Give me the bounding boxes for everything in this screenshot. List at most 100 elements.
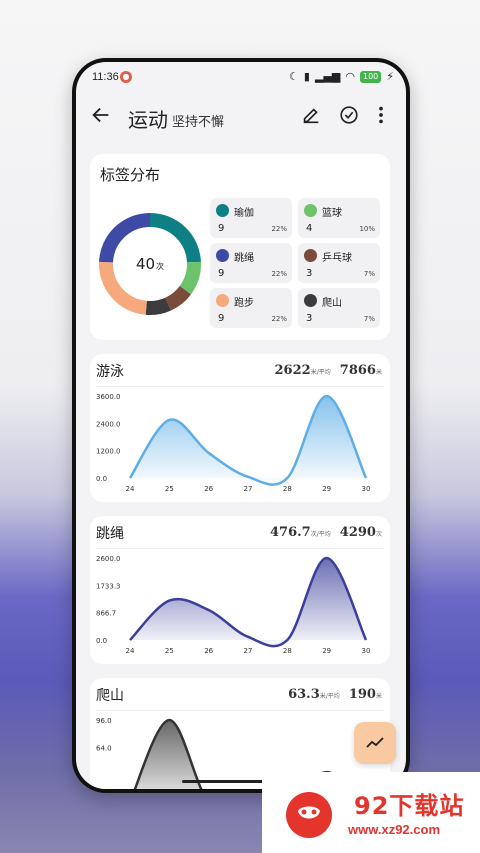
watermark-title: 92下载站 <box>354 792 465 820</box>
legend-dot <box>216 294 229 307</box>
trend-fab-button[interactable] <box>354 722 396 764</box>
back-arrow-icon[interactable] <box>90 104 112 126</box>
donut-total-unit: 次 <box>156 262 165 271</box>
total-value: 190 <box>348 687 376 702</box>
chart-stats: 63.3米/平均 190米 <box>288 687 382 702</box>
charging-icon: ⚡ <box>386 70 394 83</box>
legend-pct: 10% <box>359 225 375 233</box>
x-tick-label: 30 <box>362 647 371 655</box>
y-tick-label: 2400.0 <box>96 420 121 428</box>
chart-card-swimming: 游泳 2622米/平均 7866米 3600.0 2400.0 1200.0 0.0 2… <box>90 354 390 502</box>
app-bar: 运动 坚持不懈 <box>76 90 406 142</box>
page-title: 运动 <box>128 108 168 132</box>
legend-name: 跑步 <box>234 298 254 309</box>
status-time: 11:36 <box>92 71 119 83</box>
divider <box>96 710 384 711</box>
legend-count: 9 <box>218 268 225 279</box>
legend-pct: 22% <box>271 225 287 233</box>
y-tick-label: 3600.0 <box>96 393 121 401</box>
total-unit: 次 <box>375 531 382 538</box>
x-tick-label: 27 <box>244 647 253 655</box>
x-tick-label: 25 <box>165 647 174 655</box>
legend-dot <box>304 249 317 262</box>
legend-dot <box>304 204 317 217</box>
divider <box>96 386 384 387</box>
x-tick-label: 24 <box>126 647 135 655</box>
total-unit: 米 <box>375 693 382 700</box>
legend-item[interactable]: 跳绳 9 22% <box>210 243 292 283</box>
y-tick-label: 0.0 <box>96 637 107 645</box>
x-tick-label: 30 <box>362 485 371 493</box>
legend-pct: 22% <box>271 315 287 323</box>
tag-legend: 瑜伽 9 22% 篮球 4 10% 跳绳 9 22% 乒乓球 3 7% 跑步 9 22% 爬山 3 7% <box>210 198 384 328</box>
legend-name: 瑜伽 <box>234 208 254 219</box>
check-circle-icon[interactable] <box>338 104 360 126</box>
legend-pct: 7% <box>363 270 375 278</box>
chart-title: 跳绳 <box>96 526 124 542</box>
avg-value: 2622 <box>274 363 311 378</box>
legend-dot <box>216 249 229 262</box>
legend-name: 跳绳 <box>234 253 254 264</box>
total-value: 4290 <box>339 525 376 540</box>
moon-icon: ☾ <box>289 70 299 83</box>
app-screen: 11:36 ● ☾ ▮ ▂▄▆ ◠ 100 ⚡ 运动 坚持不懈 标签分布 40 次… <box>76 62 406 789</box>
chart-stats: 476.7次/平均 4290次 <box>270 525 382 540</box>
status-bar: 11:36 ● ☾ ▮ ▂▄▆ ◠ 100 ⚡ <box>76 62 406 90</box>
avg-unit: 次/平均 <box>310 531 331 538</box>
page-subtitle: 坚持不懈 <box>172 115 225 130</box>
x-tick-label: 24 <box>126 485 135 493</box>
avg-unit: 米/平均 <box>319 693 340 700</box>
x-tick-label: 29 <box>322 647 331 655</box>
more-vert-icon[interactable] <box>374 104 388 126</box>
y-tick-label: 64.0 <box>96 744 112 752</box>
legend-item[interactable]: 乒乓球 3 7% <box>298 243 380 283</box>
legend-name: 篮球 <box>322 208 342 219</box>
y-tick-label: 866.7 <box>96 610 116 618</box>
total-value: 7866 <box>339 363 376 378</box>
card-title: 标签分布 <box>100 166 161 184</box>
signal-icon: ▂▄▆ <box>314 70 341 83</box>
notification-icon: ● <box>120 71 132 83</box>
legend-name: 爬山 <box>322 298 342 309</box>
edit-icon[interactable] <box>300 104 322 126</box>
chart-title: 爬山 <box>96 688 124 704</box>
x-tick-label: 28 <box>283 647 292 655</box>
jumprope-area-chart: 2600.0 1733.3 866.7 0.0 24 25 26 27 28 29 30 <box>96 555 371 655</box>
x-tick-label: 29 <box>322 485 331 493</box>
legend-item[interactable]: 篮球 4 10% <box>298 198 380 238</box>
y-tick-label: 2600.0 <box>96 555 121 563</box>
watermark: 92下载站 www.xz92.com <box>262 772 480 853</box>
x-tick-label: 28 <box>283 485 292 493</box>
legend-item[interactable]: 爬山 3 7% <box>298 288 380 328</box>
chart-card-jumprope: 跳绳 476.7次/平均 4290次 2600.0 1733.3 866.7 0.0 2… <box>90 516 390 664</box>
chart-stats: 2622米/平均 7866米 <box>275 363 382 378</box>
total-unit: 米 <box>375 369 382 376</box>
chart-title: 游泳 <box>96 364 124 380</box>
swimming-area-chart: 3600.0 2400.0 1200.0 0.0 24 25 26 27 28 29 30 <box>96 393 371 493</box>
legend-item[interactable]: 跑步 9 22% <box>210 288 292 328</box>
y-tick-label: 0.0 <box>96 475 107 483</box>
tag-distribution-card: 标签分布 40 次 瑜伽 9 22% 篮球 4 10% 跳绳 9 22% 乒乓球 3 7% 跑步 9… <box>90 154 390 340</box>
y-tick-label: 96.0 <box>96 717 112 725</box>
x-tick-label: 27 <box>244 485 253 493</box>
legend-count: 4 <box>306 223 313 234</box>
avg-value: 476.7 <box>269 525 311 540</box>
avg-unit: 米/平均 <box>310 369 331 376</box>
legend-item[interactable]: 瑜伽 9 22% <box>210 198 292 238</box>
donut-chart: 40 次 <box>98 212 202 316</box>
legend-count: 9 <box>218 223 225 234</box>
y-tick-label: 1200.0 <box>96 448 121 456</box>
battery-icon: 100 <box>359 70 382 83</box>
watermark-url: www.xz92.com <box>348 822 440 837</box>
donut-total: 40 次 <box>98 212 202 316</box>
x-tick-label: 26 <box>204 485 213 493</box>
donut-total-value: 40 <box>135 255 156 273</box>
phone-frame: 11:36 ● ☾ ▮ ▂▄▆ ◠ 100 ⚡ 运动 坚持不懈 标签分布 40 次… <box>72 58 410 793</box>
status-icons: ☾ ▮ ▂▄▆ ◠ 100 ⚡ <box>289 70 394 83</box>
x-tick-label: 26 <box>204 647 213 655</box>
watermark-logo-icon <box>286 792 332 838</box>
vibrate-icon: ▮ <box>303 70 310 83</box>
wifi-icon: ◠ <box>345 70 355 83</box>
legend-dot <box>216 204 229 217</box>
avg-value: 63.3 <box>288 687 320 702</box>
